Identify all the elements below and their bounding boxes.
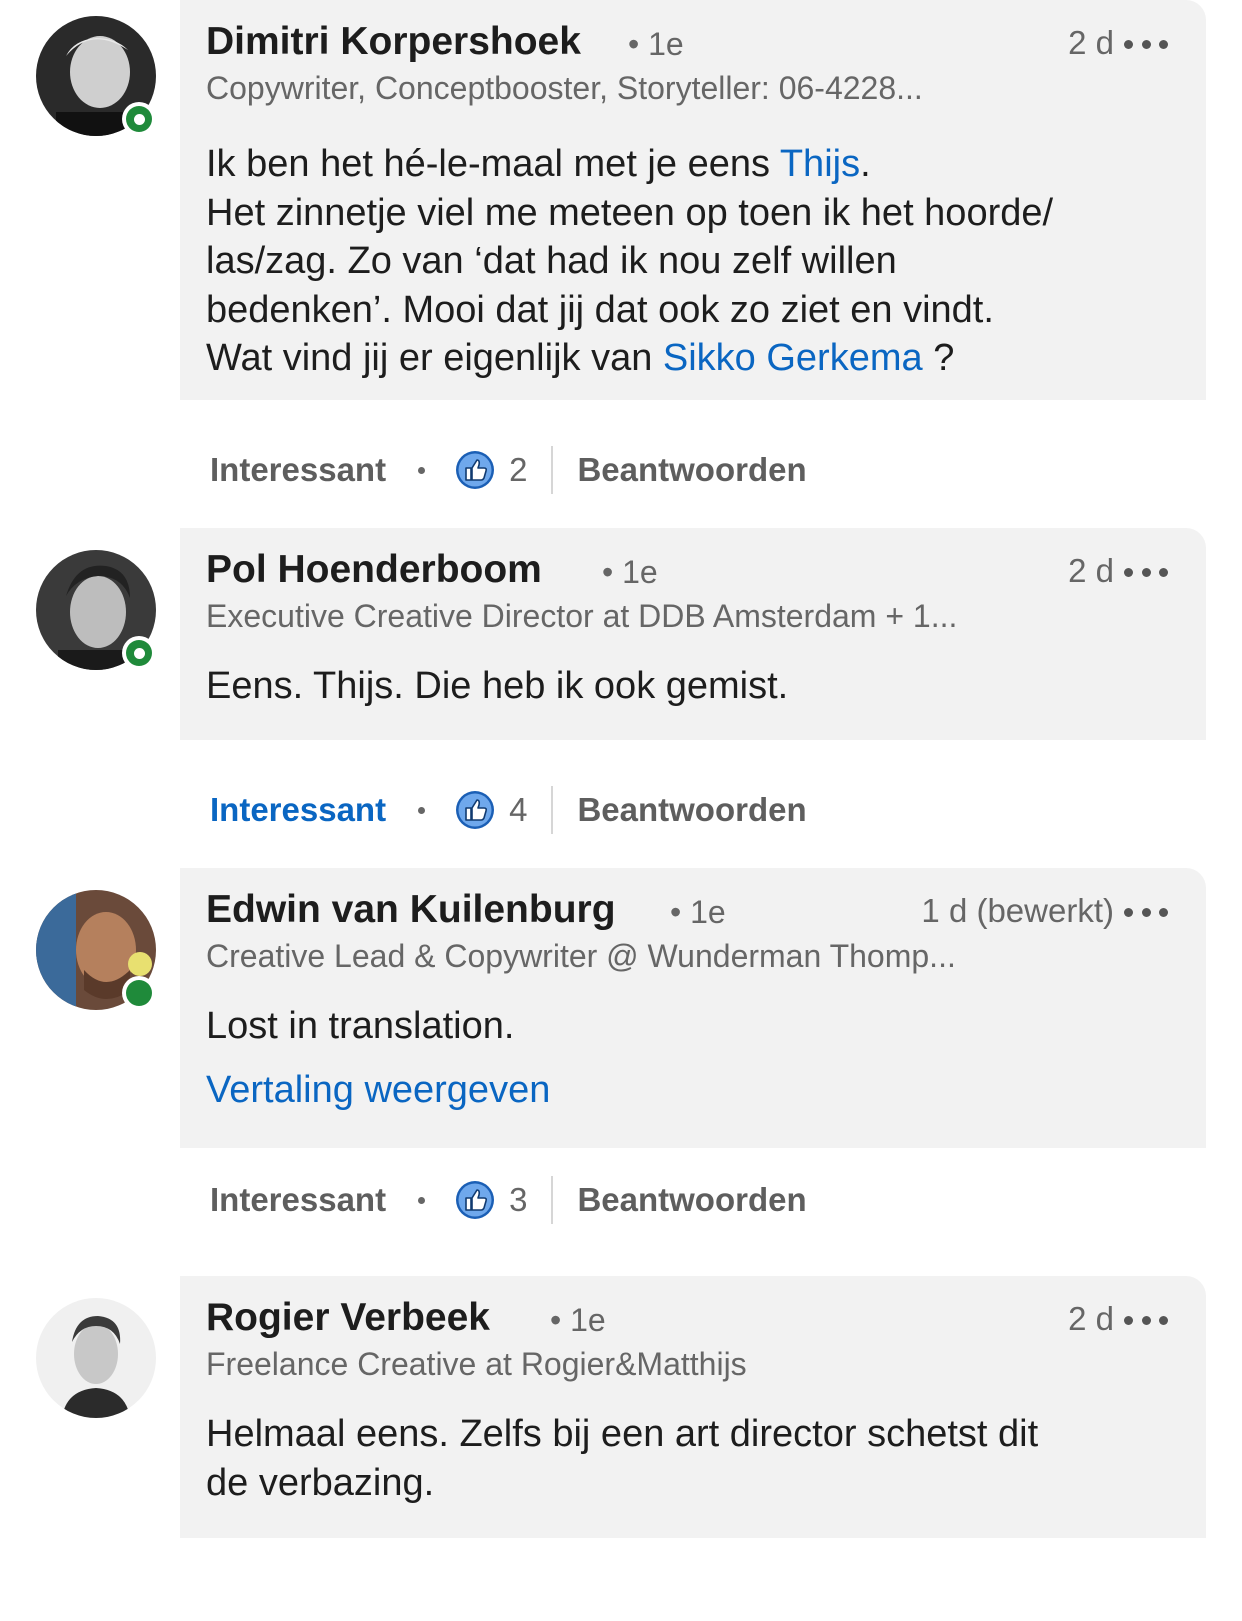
avatar[interactable] — [36, 1298, 156, 1418]
separator-dot — [418, 466, 426, 474]
see-translation-link[interactable]: Vertaling weergeven — [206, 1069, 1182, 1112]
timestamp: 2 d — [1068, 1300, 1114, 1337]
author-name[interactable]: Rogier Verbeek — [206, 1296, 490, 1340]
online-status-icon — [122, 636, 156, 670]
comment-actions: Interessant 4 Beantwoorden — [210, 786, 807, 834]
like-reaction-icon[interactable] — [455, 790, 495, 830]
comment-text: Lost in translation. — [206, 1005, 515, 1047]
timestamp: 1 d (bewerkt) — [921, 892, 1114, 929]
author-name[interactable]: Pol Hoenderboom — [206, 548, 542, 592]
comment-actions: Interessant 2 Beantwoorden — [210, 446, 807, 494]
comment-actions: Interessant 3 Beantwoorden — [210, 1176, 807, 1224]
more-options-icon[interactable] — [1124, 28, 1168, 60]
author-headline: Freelance Creative at Rogier&Matthijs — [206, 1346, 747, 1382]
separator-dot — [418, 1196, 426, 1204]
comment-bubble: Rogier Verbeek • 1e 2 d Freelance Creati… — [180, 1276, 1206, 1538]
online-status-icon — [122, 976, 156, 1010]
like-button[interactable]: Interessant — [210, 451, 386, 489]
connection-degree: • 1e — [550, 1302, 606, 1338]
author-headline: Creative Lead & Copywriter @ Wunderman T… — [206, 938, 956, 974]
author-headline: Copywriter, Conceptbooster, Storyteller:… — [206, 70, 923, 106]
more-options-icon[interactable] — [1124, 896, 1168, 928]
reply-button[interactable]: Beantwoorden — [577, 451, 806, 489]
like-button[interactable]: Interessant — [210, 791, 386, 829]
timestamp: 2 d — [1068, 552, 1114, 589]
comment-bubble: Edwin van Kuilenburg • 1e 1 d (bewerkt) … — [180, 868, 1206, 1148]
more-options-icon[interactable] — [1124, 556, 1168, 588]
comment-bubble: Pol Hoenderboom • 1e 2 d Executive Creat… — [180, 528, 1206, 740]
avatar[interactable] — [36, 890, 156, 1010]
like-reaction-icon[interactable] — [455, 1180, 495, 1220]
reaction-count[interactable]: 3 — [509, 1181, 527, 1219]
author-headline: Executive Creative Director at DDB Amste… — [206, 598, 958, 634]
reply-button[interactable]: Beantwoorden — [577, 791, 806, 829]
mention-link[interactable]: Thijs — [780, 143, 860, 185]
separator-dot — [418, 806, 426, 814]
avatar[interactable] — [36, 16, 156, 136]
online-status-icon — [122, 102, 156, 136]
author-name[interactable]: Dimitri Korpershoek — [206, 20, 581, 64]
reply-button[interactable]: Beantwoorden — [577, 1181, 806, 1219]
divider — [551, 1176, 554, 1224]
avatar[interactable] — [36, 550, 156, 670]
mention-link[interactable]: Sikko Gerkema — [663, 337, 923, 379]
divider — [551, 446, 554, 494]
connection-degree: • 1e — [670, 894, 726, 930]
divider — [551, 786, 554, 834]
author-name[interactable]: Edwin van Kuilenburg — [206, 888, 616, 932]
comment-text: Eens. Thijs. Die heb ik ook gemist. — [206, 665, 789, 707]
comment-text: Helmaal eens. Zelfs bij een art director… — [206, 1413, 1039, 1504]
more-options-icon[interactable] — [1124, 1304, 1168, 1336]
connection-degree: • 1e — [628, 26, 684, 62]
avatar-photo-icon — [36, 1298, 156, 1418]
reaction-count[interactable]: 4 — [509, 791, 527, 829]
like-reaction-icon[interactable] — [455, 450, 495, 490]
like-button[interactable]: Interessant — [210, 1181, 386, 1219]
timestamp: 2 d — [1068, 24, 1114, 61]
reaction-count[interactable]: 2 — [509, 451, 527, 489]
comment-bubble: Dimitri Korpershoek • 1e 2 d Copywriter,… — [180, 0, 1206, 400]
connection-degree: • 1e — [602, 554, 658, 590]
comment-text: Ik ben het hé-le-maal met je eens Thijs.… — [206, 143, 1054, 379]
